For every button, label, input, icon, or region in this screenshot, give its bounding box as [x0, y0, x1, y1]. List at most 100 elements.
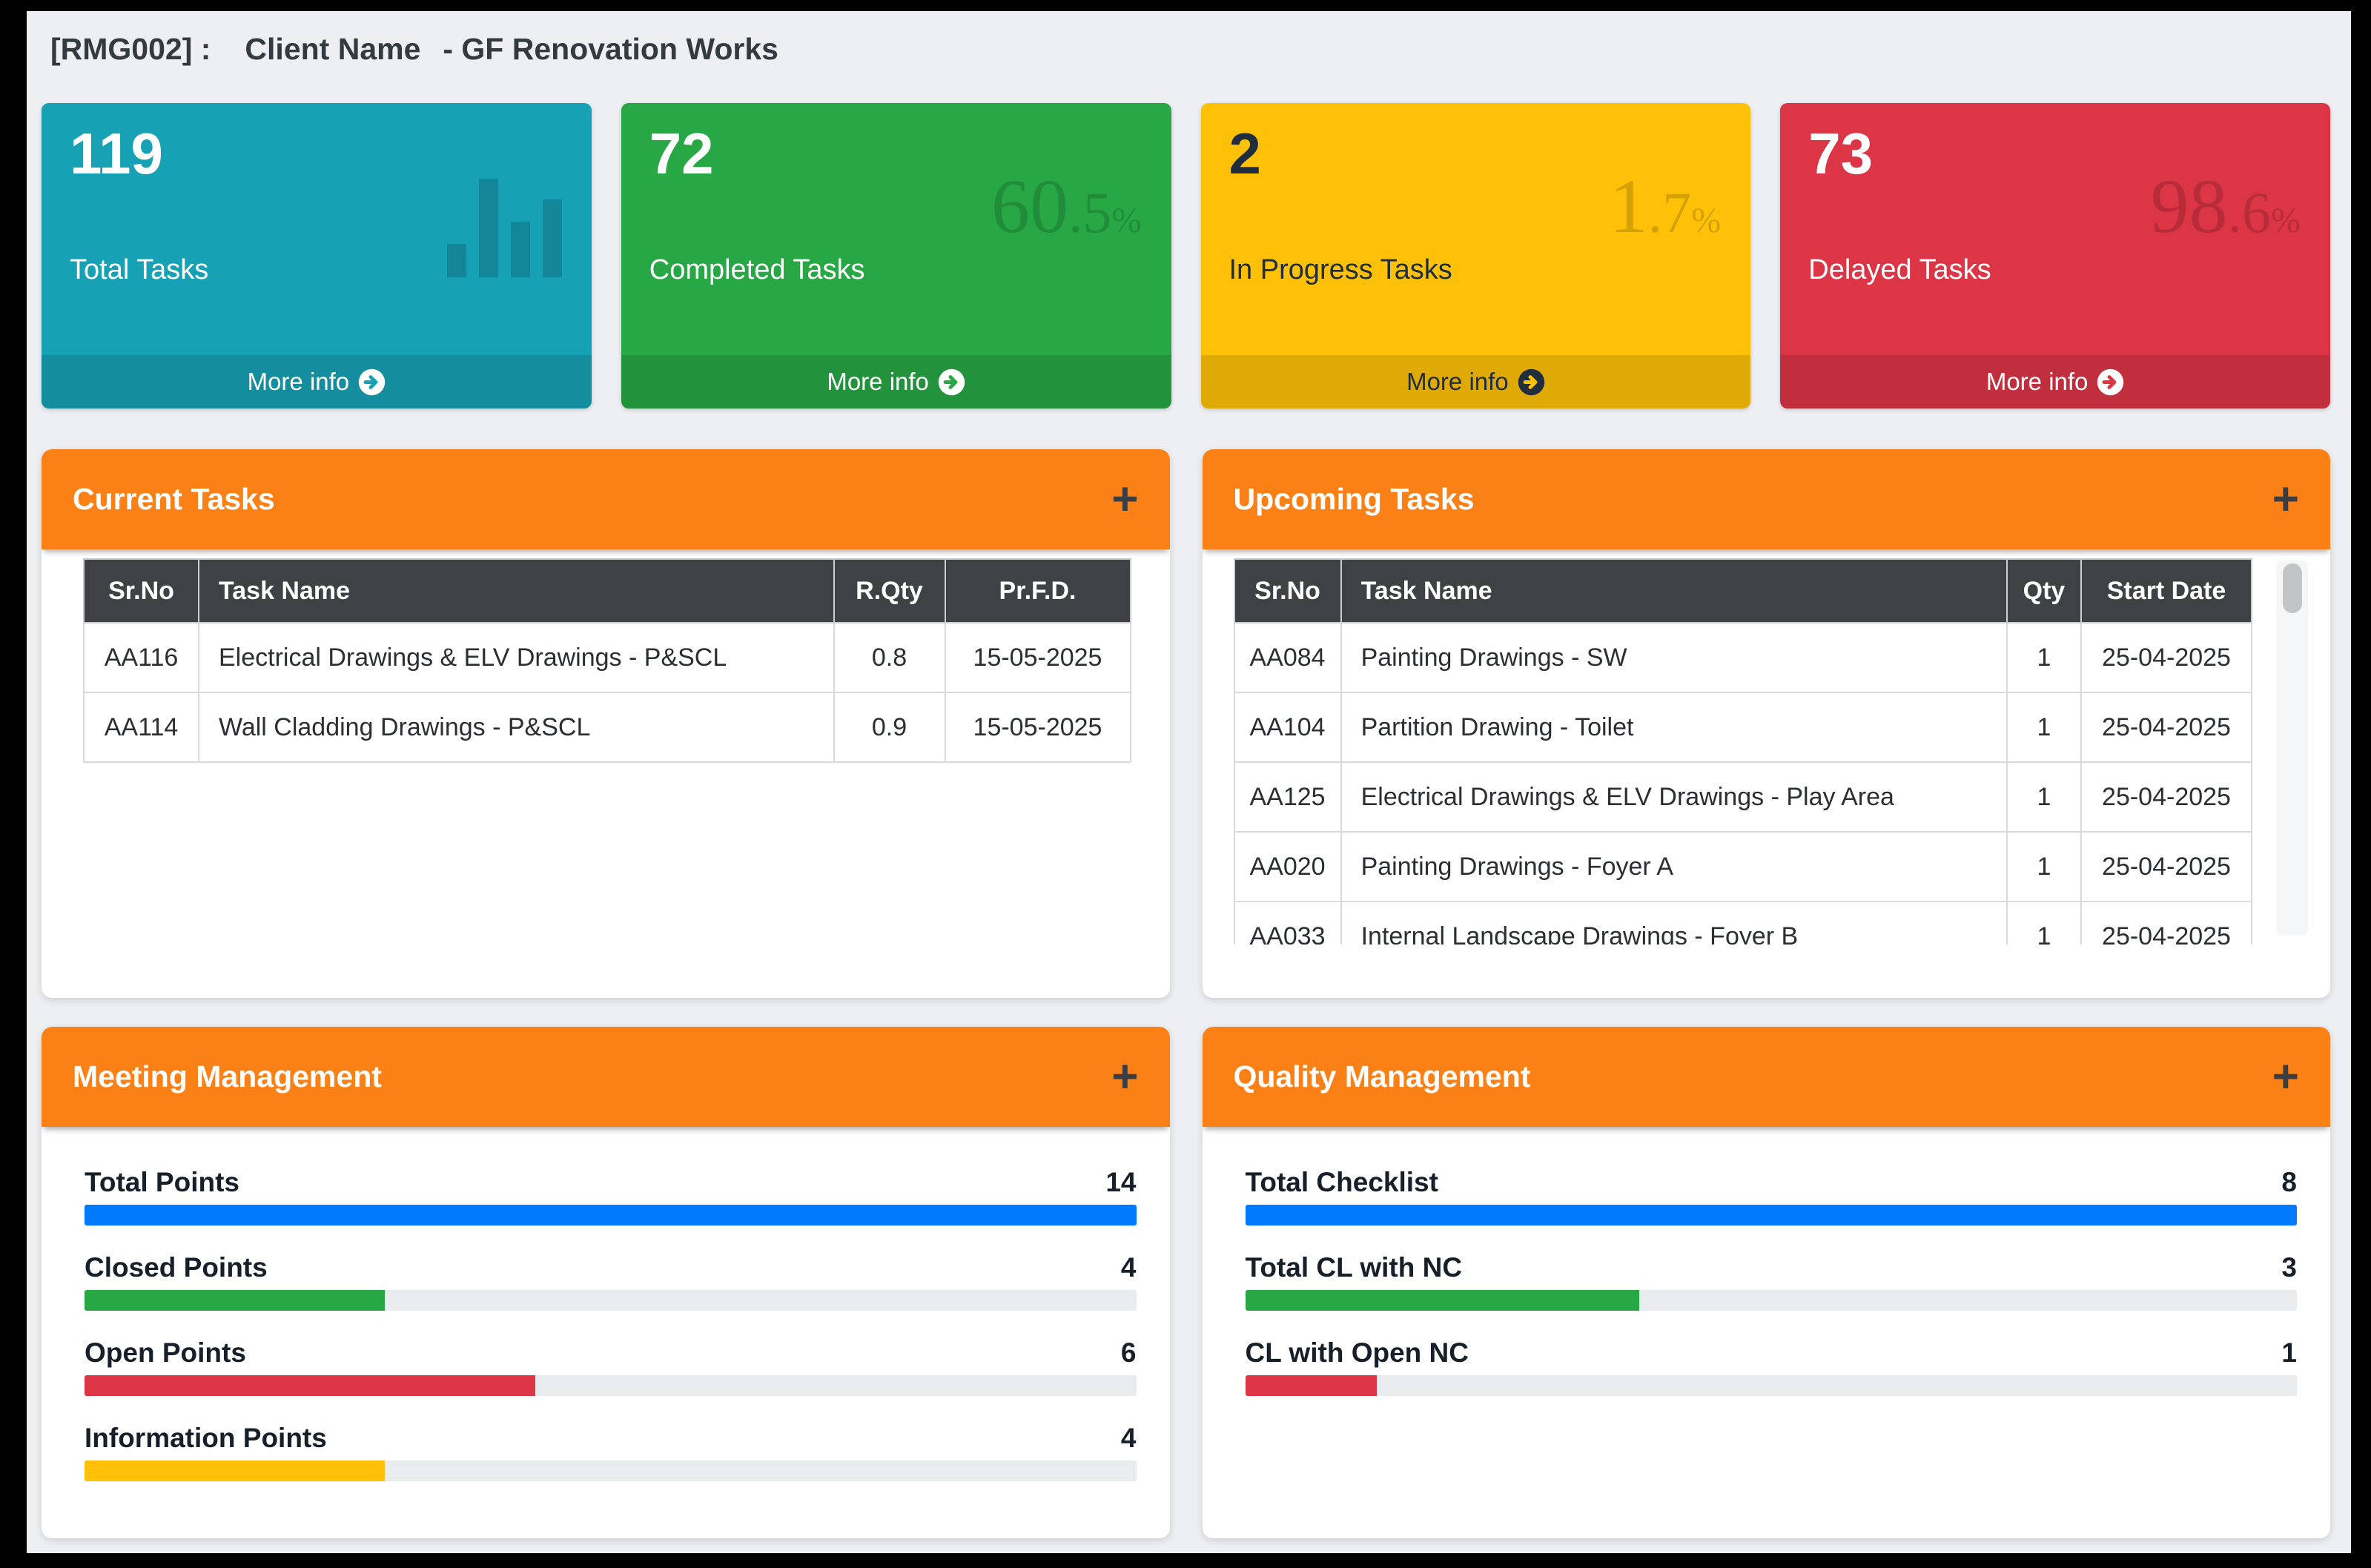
task-date: 25-04-2025	[2081, 623, 2252, 692]
progress-value: 4	[1121, 1252, 1137, 1283]
task-name: Electrical Drawings & ELV Drawings - Pla…	[1341, 762, 2007, 832]
column-header: Task Name	[1341, 559, 2007, 623]
task-qty: 1	[2007, 692, 2081, 762]
quality-management-header: Quality Management +	[1203, 1027, 2331, 1127]
progress-bar-fill	[85, 1375, 535, 1396]
progress-value: 4	[1121, 1423, 1137, 1454]
progress-group: Total CL with NC3	[1246, 1252, 2298, 1311]
progress-group: Information Points 4	[85, 1423, 1137, 1481]
task-srno: AA084	[1234, 623, 1341, 692]
progress-value: 14	[1105, 1167, 1136, 1198]
table-row: AA114Wall Cladding Drawings - P&SCL0.915…	[84, 692, 1131, 762]
more-info-link[interactable]: More info	[621, 355, 1171, 408]
arrow-circle-right-icon	[1518, 368, 1545, 396]
progress-bar-track	[85, 1461, 1137, 1481]
client-name: Client Name	[245, 32, 420, 67]
task-date: 25-04-2025	[2081, 692, 2252, 762]
completed-percent-watermark: 60.5%	[991, 168, 1141, 245]
in-progress-tasks-label: In Progress Tasks	[1229, 254, 1723, 286]
progress-value: 6	[1121, 1337, 1137, 1369]
current-tasks-panel: Current Tasks + Sr.NoTask NameR.QtyPr.F.…	[42, 449, 1170, 998]
task-name: Electrical Drawings & ELV Drawings - P&S…	[199, 623, 834, 692]
task-name: Painting Drawings - Foyer A	[1341, 832, 2007, 902]
scrollbar-track[interactable]	[2276, 560, 2308, 936]
upcoming-tasks-table: Sr.NoTask NameQtyStart DateAA084Painting…	[1234, 558, 2253, 945]
task-date: 15-05-2025	[945, 623, 1131, 692]
task-qty: 0.9	[834, 692, 945, 762]
progress-label: Closed Points	[85, 1252, 268, 1283]
upcoming-tasks-title: Upcoming Tasks	[1234, 482, 1475, 517]
task-date: 25-04-2025	[2081, 902, 2252, 945]
arrow-circle-right-icon	[2097, 368, 2124, 396]
add-meeting-button[interactable]: +	[1111, 1055, 1138, 1099]
progress-bar-track	[85, 1375, 1137, 1396]
add-upcoming-task-button[interactable]: +	[2272, 477, 2299, 522]
progress-bar-track	[85, 1205, 1137, 1225]
progress-label: Open Points	[85, 1337, 246, 1369]
meeting-metrics: Total Points 14 Closed Points 4 Open Points 6…	[42, 1127, 1170, 1481]
progress-bar-track	[85, 1290, 1137, 1311]
progress-bar-track	[1246, 1290, 2298, 1311]
task-srno: AA116	[84, 623, 199, 692]
progress-label: Total Points	[85, 1167, 239, 1198]
progress-group: Total Checklist8	[1246, 1167, 2298, 1225]
completed-tasks-label: Completed Tasks	[649, 254, 1143, 286]
in-progress-percent-watermark: 1.7%	[1610, 168, 1721, 245]
meeting-management-title: Meeting Management	[73, 1059, 382, 1094]
task-srno: AA125	[1234, 762, 1341, 832]
page-title: [RMG002] : Client Name - GF Renovation W…	[50, 27, 2330, 70]
progress-group: Closed Points 4	[85, 1252, 1137, 1311]
progress-bar-fill	[85, 1290, 385, 1311]
column-header: Task Name	[199, 559, 834, 623]
total-tasks-value: 119	[70, 122, 563, 186]
current-tasks-header: Current Tasks +	[42, 449, 1170, 549]
more-info-link[interactable]: More info	[1201, 355, 1751, 408]
progress-bar-track	[1246, 1205, 2298, 1225]
column-header: Qty	[2007, 559, 2081, 623]
table-row: AA125Electrical Drawings & ELV Drawings …	[1234, 762, 2252, 832]
progress-label: Information Points	[85, 1423, 327, 1454]
add-quality-button[interactable]: +	[2272, 1055, 2299, 1099]
table-row: AA020Painting Drawings - Foyer A125-04-2…	[1234, 832, 2252, 902]
completed-tasks-card: 72 Completed Tasks 60.5% More info	[621, 103, 1171, 408]
delayed-tasks-card: 73 Delayed Tasks 98.6% More info	[1780, 103, 2330, 408]
task-qty: 1	[2007, 623, 2081, 692]
column-header: Pr.F.D.	[945, 559, 1131, 623]
table-row: AA033Internal Landscape Drawings - Foyer…	[1234, 902, 2252, 945]
delayed-percent-watermark: 98.6%	[2151, 168, 2301, 245]
progress-bar-track	[1246, 1375, 2298, 1396]
task-qty: 1	[2007, 902, 2081, 945]
column-header: Start Date	[2081, 559, 2252, 623]
progress-group: Open Points 6	[85, 1337, 1137, 1396]
progress-bar-fill	[1246, 1290, 1640, 1311]
more-info-link[interactable]: More info	[42, 355, 592, 408]
scrollbar-thumb[interactable]	[2283, 563, 2302, 613]
table-row: AA116Electrical Drawings & ELV Drawings …	[84, 623, 1131, 692]
table-row: AA104Partition Drawing - Toilet125-04-20…	[1234, 692, 2252, 762]
total-tasks-card: 119 Total Tasks More info	[42, 103, 592, 408]
task-srno: AA114	[84, 692, 199, 762]
task-name: Painting Drawings - SW	[1341, 623, 2007, 692]
table-header-row: Sr.NoTask NameR.QtyPr.F.D.	[84, 559, 1131, 623]
add-current-task-button[interactable]: +	[1111, 477, 1138, 522]
progress-label: Total Checklist	[1246, 1167, 1438, 1198]
progress-bar-fill	[1246, 1205, 2298, 1225]
more-info-link[interactable]: More info	[1780, 355, 2330, 408]
meeting-management-panel: Meeting Management + Total Points 14 Close…	[42, 1027, 1170, 1538]
arrow-circle-right-icon	[938, 368, 965, 396]
quality-management-title: Quality Management	[1234, 1059, 1531, 1094]
task-srno: AA033	[1234, 902, 1341, 945]
task-name: Wall Cladding Drawings - P&SCL	[199, 692, 834, 762]
progress-group: CL with Open NC1	[1246, 1337, 2298, 1396]
task-srno: AA020	[1234, 832, 1341, 902]
progress-label: CL with Open NC	[1246, 1337, 1469, 1369]
in-progress-tasks-card: 2 In Progress Tasks 1.7% More info	[1201, 103, 1751, 408]
delayed-tasks-label: Delayed Tasks	[1808, 254, 2302, 286]
column-header: Sr.No	[84, 559, 199, 623]
progress-group: Total Points 14	[85, 1167, 1137, 1225]
task-date: 25-04-2025	[2081, 762, 2252, 832]
quality-management-panel: Quality Management + Total Checklist8Tot…	[1203, 1027, 2331, 1538]
project-code: [RMG002] :	[50, 32, 211, 67]
bar-chart-icon	[447, 177, 562, 277]
task-qty: 1	[2007, 832, 2081, 902]
